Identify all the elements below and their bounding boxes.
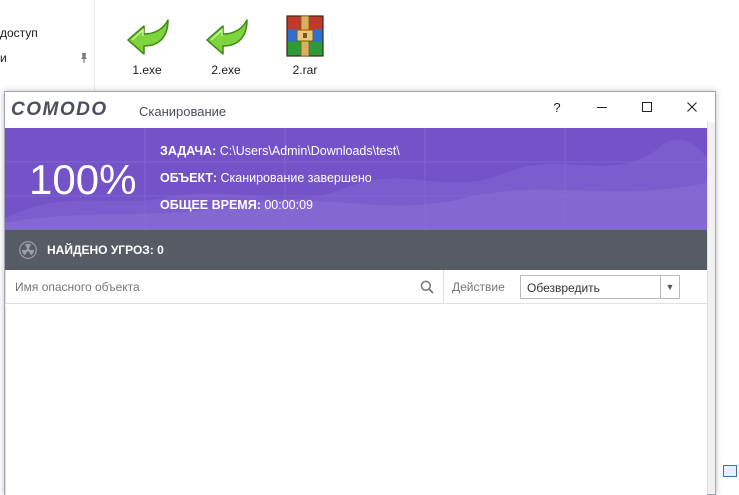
chevron-down-icon[interactable]: ▼	[660, 276, 679, 298]
minimize-button[interactable]	[580, 92, 624, 122]
nav-item-partial[interactable]: и	[0, 51, 7, 65]
nav-item-quick-access[interactable]: доступ	[0, 26, 38, 40]
scan-progress-percent: 100%	[29, 156, 137, 203]
comodo-logo: COMODO	[11, 99, 108, 117]
green-arrow-icon	[206, 19, 248, 55]
file-name: 2.exe	[211, 63, 241, 77]
threat-name-search-input[interactable]: Имя опасного объекта	[15, 280, 140, 294]
elapsed-time-row: ОБЩЕЕ ВРЕМЯ: 00:00:09	[160, 198, 313, 212]
maximize-icon	[642, 102, 652, 112]
threat-results-list	[5, 305, 707, 495]
column-divider	[443, 270, 444, 304]
action-dropdown[interactable]: Обезвредить ▼	[520, 275, 680, 299]
radiation-icon	[19, 241, 37, 259]
brand-text: COMODO	[11, 99, 108, 117]
green-arrow-icon	[127, 19, 169, 55]
title-bar[interactable]: COMODO Сканирование ?	[5, 92, 715, 122]
help-button[interactable]: ?	[535, 92, 579, 122]
pin-icon[interactable]	[78, 52, 90, 64]
close-icon	[687, 102, 697, 112]
threats-label: НАЙДЕНО УГРОЗ:	[47, 243, 154, 257]
file-name: 1.exe	[132, 63, 162, 77]
object-status: Сканирование завершено	[220, 171, 372, 185]
navigation-pane: доступ и	[0, 0, 95, 92]
elapsed-time-label: ОБЩЕЕ ВРЕМЯ:	[160, 198, 261, 212]
task-path: C:\Users\Admin\Downloads\test\	[219, 144, 400, 158]
object-row: ОБЪЕКТ: Сканирование завершено	[160, 171, 372, 185]
threats-found-bar: НАЙДЕНО УГРОЗ: 0	[5, 230, 707, 270]
results-filter-row: Имя опасного объекта Действие Обезвредит…	[5, 270, 707, 304]
help-glyph: ?	[553, 99, 561, 115]
task-row: ЗАДАЧА: C:\Users\Admin\Downloads\test\	[160, 144, 400, 158]
file-item-2-rar[interactable]: 2.rar	[277, 14, 333, 77]
close-button[interactable]	[670, 92, 714, 122]
winrar-archive-icon	[286, 15, 324, 57]
window-right-edge	[707, 122, 715, 494]
action-label: Действие	[452, 280, 505, 294]
threats-count: 0	[157, 243, 164, 257]
taskbar-window-icon[interactable]	[723, 465, 737, 477]
task-label: ЗАДАЧА:	[160, 144, 217, 158]
file-item-2-exe[interactable]: 2.exe	[198, 14, 254, 77]
search-icon[interactable]	[420, 280, 434, 294]
object-label: ОБЪЕКТ:	[160, 171, 218, 185]
window-title: Сканирование	[139, 104, 227, 119]
action-selected-value: Обезвредить	[527, 281, 600, 295]
comodo-scan-window: COMODO Сканирование ? 100% ЗАДАЧА: C:\Us…	[4, 91, 716, 495]
maximize-button[interactable]	[625, 92, 669, 122]
file-name: 2.rar	[292, 63, 318, 77]
elapsed-time-value: 00:00:09	[264, 198, 314, 212]
threats-found-text: НАЙДЕНО УГРОЗ: 0	[47, 243, 164, 257]
minimize-icon	[597, 107, 607, 108]
scan-status-panel: 100% ЗАДАЧА: C:\Users\Admin\Downloads\te…	[5, 128, 707, 230]
file-item-1-exe[interactable]: 1.exe	[119, 14, 175, 77]
